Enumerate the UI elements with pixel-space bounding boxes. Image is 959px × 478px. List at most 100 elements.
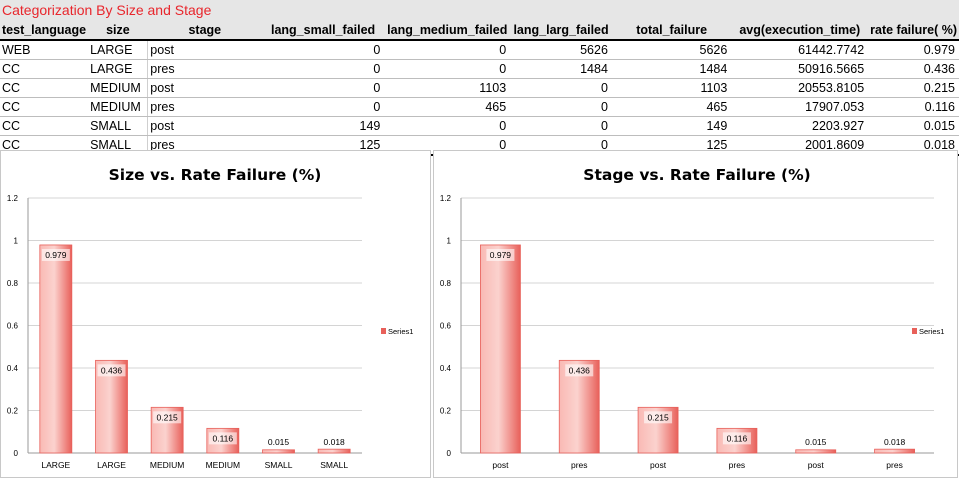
x-tick-label: LARGE [97,460,126,470]
legend-swatch [912,328,917,334]
cell-lang-medium-failed[interactable]: 0 [384,40,511,60]
column-header[interactable]: rate failure( %) [868,21,959,41]
y-tick-label: 1 [447,237,452,246]
y-tick-label: 0.4 [7,364,19,373]
cell-lang-larg-failed[interactable]: 5626 [510,40,612,60]
legend-swatch [381,328,386,334]
cell-avg-execution-time[interactable]: 2203.927 [731,116,869,136]
cell-rate-failure[interactable]: 0.215 [868,78,959,98]
sheet-title: Categorization By Size and Stage [2,2,212,18]
cell-avg-execution-time[interactable]: 61442.7742 [731,40,869,60]
y-tick-label: 0.2 [7,407,19,416]
cell-total-failure[interactable]: 5626 [611,40,732,60]
cell-stage[interactable]: post [147,78,262,98]
chart-title: Size vs. Rate Failure (%) [109,166,322,184]
bar [874,448,915,454]
cell-lang-medium-failed[interactable]: 465 [384,97,511,117]
cell-test-language[interactable]: CC [0,59,89,79]
cell-stage[interactable]: post [147,116,262,136]
x-tick-label: post [808,460,825,470]
table-row: CC LARGE pres 0 0 1484 1484 50916.5665 0… [0,59,959,79]
column-header[interactable]: stage [147,21,262,41]
data-label: 0.018 [324,437,346,447]
x-tick-label: post [492,460,509,470]
table-row: CC SMALL post 149 0 0 149 2203.927 0.015 [0,116,959,136]
x-tick-label: post [650,460,667,470]
cell-rate-failure[interactable]: 0.436 [868,59,959,79]
bar [317,448,351,454]
cell-avg-execution-time[interactable]: 50916.5665 [731,59,869,79]
cell-rate-failure[interactable]: 0.116 [868,97,959,117]
data-label: 0.979 [490,250,512,260]
cell-lang-small-failed[interactable]: 149 [261,116,385,136]
table-row: CC MEDIUM post 0 1103 0 1103 20553.8105 … [0,78,959,98]
x-tick-label: LARGE [41,460,70,470]
column-header[interactable]: lang_medium_failed [384,21,511,41]
cell-total-failure[interactable]: 1484 [611,59,732,79]
cell-test-language[interactable]: CC [0,78,89,98]
cell-total-failure[interactable]: 1103 [611,78,732,98]
data-label: 0.116 [727,433,748,443]
cell-rate-failure[interactable]: 0.015 [868,116,959,136]
x-tick-label: pres [729,460,746,470]
cell-lang-larg-failed[interactable]: 0 [510,116,612,136]
data-label: 0.436 [569,365,591,375]
bar [795,449,837,454]
column-header[interactable]: total_failure [611,21,732,41]
bar [480,244,521,454]
cell-size[interactable]: MEDIUM [88,97,149,117]
table-row: WEB LARGE post 0 0 5626 5626 61442.7742 … [0,40,959,60]
column-header[interactable]: test_language [0,21,89,41]
column-header[interactable]: lang_larg_failed [510,21,612,41]
cell-lang-medium-failed[interactable]: 0 [384,59,511,79]
cell-lang-larg-failed[interactable]: 1484 [510,59,612,79]
cell-lang-medium-failed[interactable]: 1103 [384,78,511,98]
y-tick-label: 0.2 [440,407,452,416]
sheet-title-bar: Categorization By Size and Stage [0,0,959,21]
cell-avg-execution-time[interactable]: 17907.053 [731,97,869,117]
x-tick-label: pres [571,460,588,470]
cell-rate-failure[interactable]: 0.979 [868,40,959,60]
data-table: test_language size stage lang_small_fail… [0,21,959,156]
bar [39,244,73,454]
stage-chart-panel[interactable]: Stage vs. Rate Failure (%) 0 0.2 0.4 0.6 0.8 1… [433,150,958,478]
cell-lang-small-failed[interactable]: 0 [261,97,385,117]
cell-test-language[interactable]: CC [0,97,89,117]
cell-stage[interactable]: post [147,40,262,60]
data-label: 0.116 [213,433,234,443]
cell-size[interactable]: MEDIUM [88,78,149,98]
cell-lang-larg-failed[interactable]: 0 [510,78,612,98]
column-header[interactable]: size [88,21,148,41]
column-header[interactable]: lang_small_failed [261,21,385,41]
cell-size[interactable]: SMALL [88,116,149,136]
cell-total-failure[interactable]: 149 [611,116,732,136]
table-row: CC MEDIUM pres 0 465 0 465 17907.053 0.1… [0,97,959,117]
cell-avg-execution-time[interactable]: 20553.8105 [731,78,869,98]
cell-lang-larg-failed[interactable]: 0 [510,97,612,117]
chart-title: Stage vs. Rate Failure (%) [583,166,810,184]
size-chart-panel[interactable]: Size vs. Rate Failure (%) 0 0.2 0.4 0.6 0.8 1 1… [0,150,431,478]
x-tick-label: pres [886,460,903,470]
y-tick-label: 0.6 [7,322,19,331]
cell-lang-medium-failed[interactable]: 0 [384,116,511,136]
stage-chart-svg: Stage vs. Rate Failure (%) 0 0.2 0.4 0.6 0.8 1… [440,166,945,470]
cell-lang-small-failed[interactable]: 0 [261,40,385,60]
y-tick-label: 1.2 [7,194,19,203]
y-tick-label: 0 [447,449,452,458]
cell-stage[interactable]: pres [147,97,262,117]
table-header-row: test_language size stage lang_small_fail… [0,21,959,41]
cell-test-language[interactable]: CC [0,116,89,136]
cell-lang-small-failed[interactable]: 0 [261,59,385,79]
data-label: 0.215 [647,412,669,422]
legend-label: Series1 [388,327,413,336]
cell-stage[interactable]: pres [147,59,262,79]
cell-test-language[interactable]: WEB [0,40,89,60]
cell-size[interactable]: LARGE [88,40,149,60]
column-header[interactable]: avg(execution_time) [731,21,869,41]
bar [262,449,295,454]
x-tick-label: SMALL [265,460,293,470]
y-tick-label: 1.2 [440,194,452,203]
cell-size[interactable]: LARGE [88,59,149,79]
cell-lang-small-failed[interactable]: 0 [261,78,385,98]
cell-total-failure[interactable]: 465 [611,97,732,117]
